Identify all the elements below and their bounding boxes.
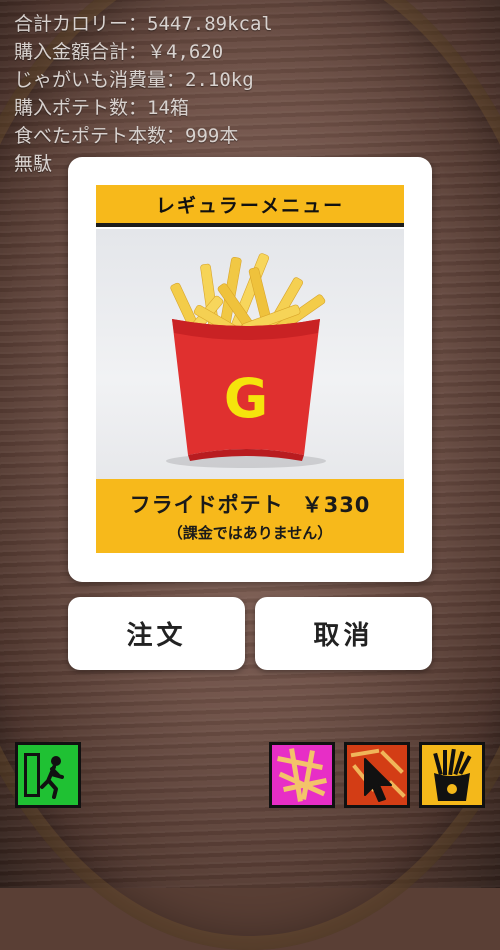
order-button[interactable]: 注文	[68, 597, 245, 670]
box-logo: G	[224, 367, 268, 430]
menu-title: レギュラーメニュー	[96, 185, 404, 227]
item-name: フライドポテト	[129, 493, 284, 517]
fries-button[interactable]	[419, 742, 485, 808]
item-price: ￥330	[301, 493, 371, 517]
price-note: （課金ではありません）	[167, 524, 333, 542]
scattered-fries-icon	[277, 748, 327, 802]
exit-door-icon	[24, 753, 64, 799]
price-box: フライドポテト ￥330 （課金ではありません）	[96, 479, 404, 553]
cancel-button[interactable]: 取消	[255, 597, 432, 670]
fries-box-image: G	[166, 253, 326, 468]
pointer-cursor-icon	[350, 748, 406, 802]
exit-button[interactable]	[15, 742, 81, 808]
fries-box-icon	[433, 748, 472, 801]
fries-photo: G	[96, 229, 404, 479]
pointer-button[interactable]	[344, 742, 410, 808]
scatter-fries-button[interactable]	[269, 742, 335, 808]
order-dialog: レギュラーメニュー G フライドポテト ￥330 （課金ではありません）	[68, 157, 432, 582]
